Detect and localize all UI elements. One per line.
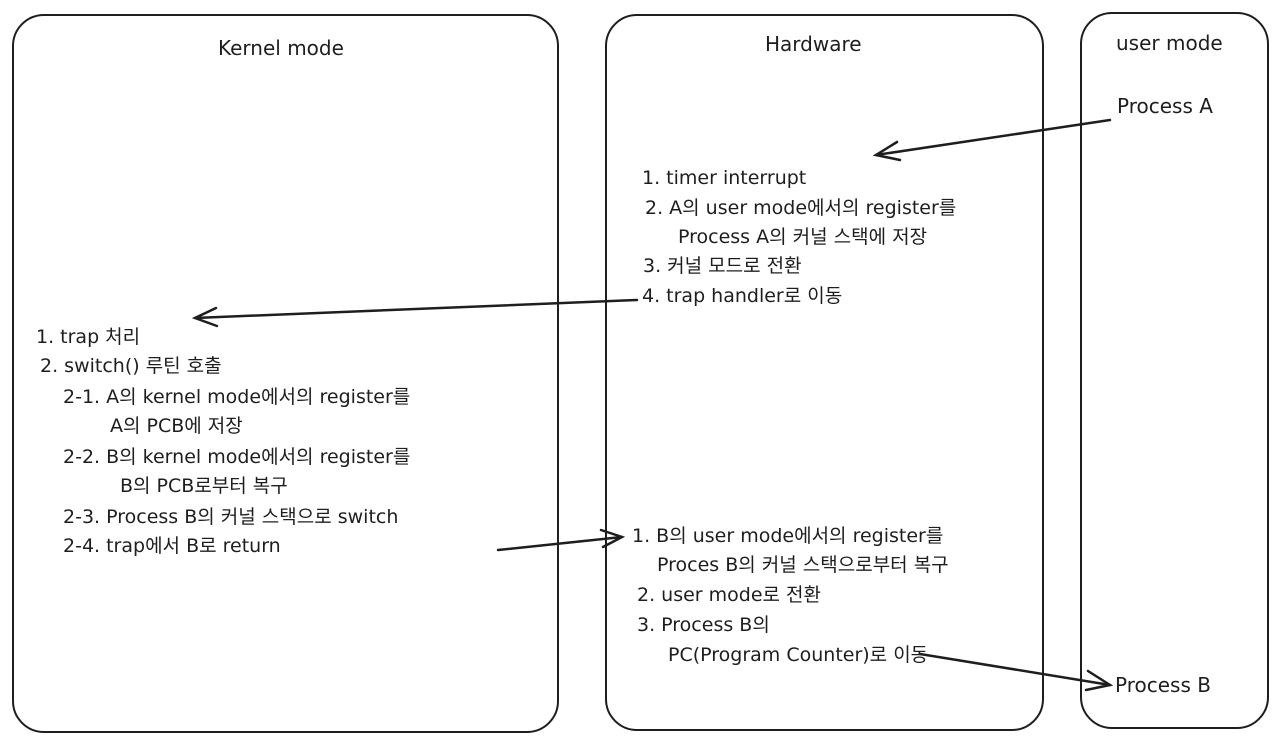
arrow-hardware-to-process-b	[918, 652, 1114, 692]
arrow-kernel-to-hardware	[496, 528, 626, 552]
arrow-hardware-to-kernel	[191, 298, 639, 328]
arrow-process-a-to-hardware	[872, 118, 1112, 162]
arrows-layer	[191, 118, 1114, 692]
